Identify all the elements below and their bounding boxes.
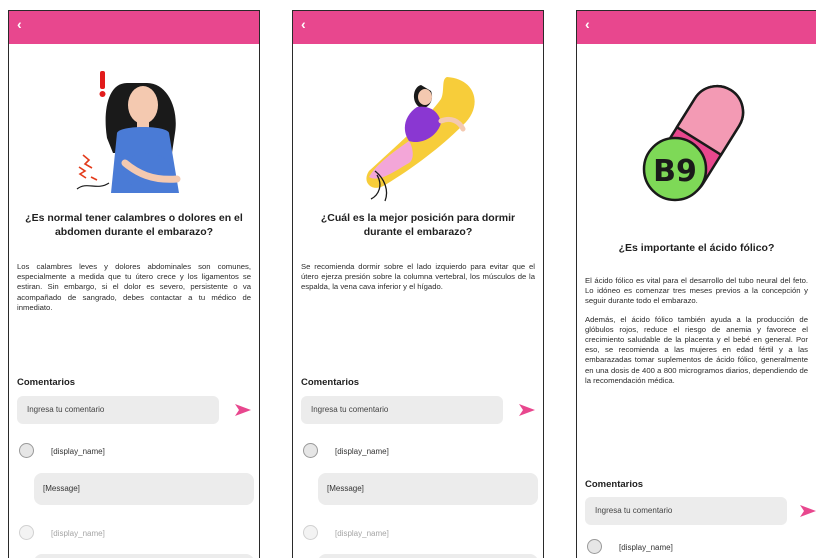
- article-title: ¿Es normal tener calambres o dolores en …: [25, 212, 243, 238]
- comment-display-name: [display_name]: [619, 543, 673, 552]
- comment-message: [34, 554, 254, 558]
- send-icon[interactable]: [234, 403, 252, 417]
- comment-display-name: [display_name]: [335, 529, 389, 538]
- back-button[interactable]: ‹: [585, 16, 590, 32]
- comment-message: [Message]: [34, 473, 254, 505]
- comment-display-name: [display_name]: [335, 447, 389, 456]
- article-title: ¿Es importante el ácido fólico?: [618, 242, 775, 254]
- article-body: Los calambres leves y dolores abdominale…: [17, 262, 251, 321]
- screen-folic-acid: ‹ B9 ¿Es importante el ácido fólico? El …: [576, 10, 816, 558]
- article-body: El ácido fólico es vital para el desarro…: [585, 276, 808, 394]
- article-paragraph: Se recomienda dormir sobre el lado izqui…: [301, 262, 535, 292]
- article-body: Se recomienda dormir sobre el lado izqui…: [301, 262, 535, 301]
- top-bar: ‹: [293, 11, 543, 44]
- pill-label: B9: [653, 154, 697, 189]
- back-button[interactable]: ‹: [17, 16, 22, 32]
- pregnant-woman-cramps-illustration: [76, 71, 181, 193]
- comment-display-name: [display_name]: [51, 447, 105, 456]
- avatar: [587, 539, 602, 554]
- comments-heading: Comentarios: [17, 377, 76, 388]
- avatar: [303, 525, 318, 540]
- comments-heading: Comentarios: [585, 479, 644, 490]
- avatar: [19, 443, 34, 458]
- screen-sleep-position: ‹ ¿Cuál es la mejor posición para dormir…: [292, 10, 544, 558]
- pregnant-woman-sleeping-illustration: [366, 77, 475, 202]
- article-title: ¿Cuál es la mejor posición para dormir d…: [320, 212, 516, 238]
- top-bar: ‹: [9, 11, 259, 44]
- avatar: [19, 525, 34, 540]
- send-icon[interactable]: [518, 403, 536, 417]
- comment-input[interactable]: Ingresa tu comentario: [17, 396, 219, 424]
- comments-heading: Comentarios: [301, 377, 360, 388]
- send-icon[interactable]: [799, 504, 816, 518]
- comment-input[interactable]: Ingresa tu comentario: [585, 497, 787, 525]
- avatar: [303, 443, 318, 458]
- article-paragraph: Además, el ácido fólico también ayuda a …: [585, 314, 808, 385]
- back-button[interactable]: ‹: [301, 16, 306, 32]
- screen-abdominal-pain: ‹ ¿Es normal tener calambres o dolores e…: [8, 10, 260, 558]
- comment-message: [Message]: [318, 473, 538, 505]
- comment-message: [318, 554, 538, 558]
- comment-display-name: [display_name]: [51, 529, 105, 538]
- comment-input[interactable]: Ingresa tu comentario: [301, 396, 503, 424]
- top-bar: ‹: [577, 11, 816, 44]
- b9-pill-illustration: B9: [642, 84, 745, 202]
- article-paragraph: Los calambres leves y dolores abdominale…: [17, 262, 251, 312]
- article-paragraph: El ácido fólico es vital para el desarro…: [585, 276, 808, 306]
